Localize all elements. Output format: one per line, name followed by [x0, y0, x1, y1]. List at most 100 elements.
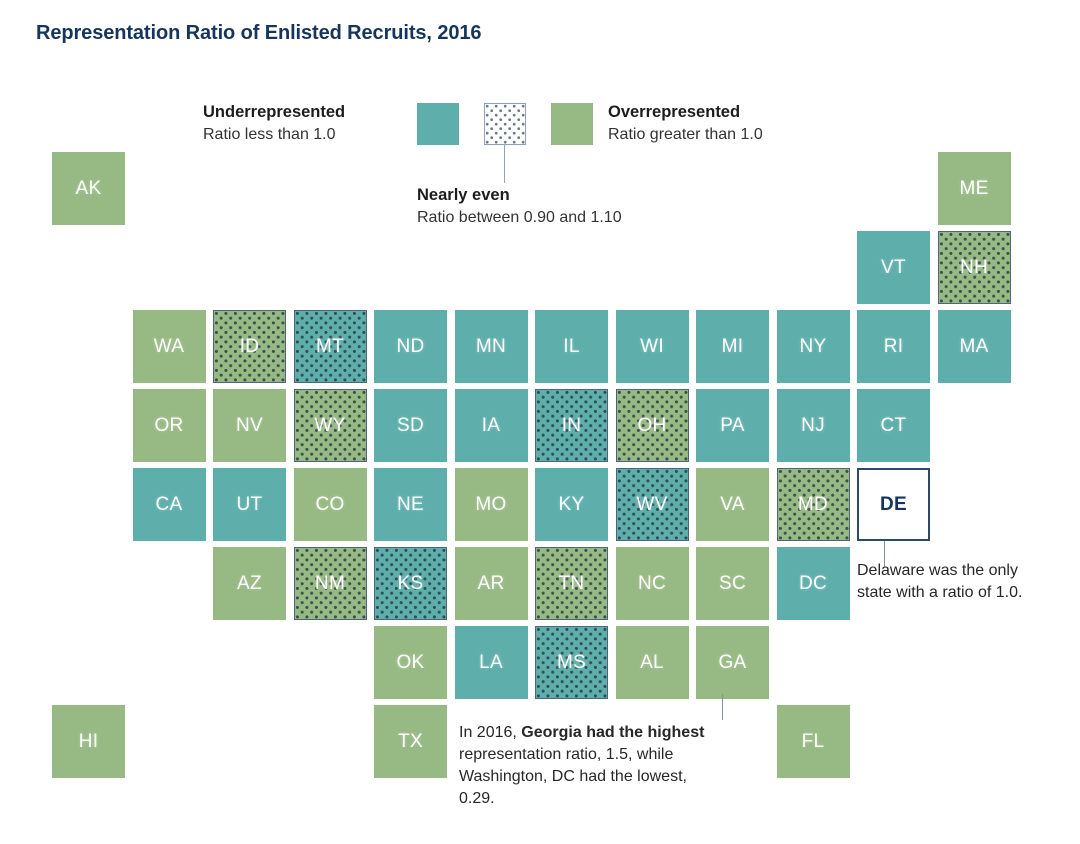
- state-tile-ga[interactable]: GA: [696, 626, 769, 699]
- state-label: NY: [799, 335, 827, 357]
- state-tile-ca[interactable]: CA: [132, 468, 206, 541]
- state-tile-ok[interactable]: OK: [374, 626, 447, 699]
- state-tile-ne[interactable]: NE: [374, 468, 447, 541]
- state-label: HI: [78, 730, 99, 752]
- state-tile-ct[interactable]: CT: [857, 389, 930, 462]
- state-tile-ks[interactable]: KS: [374, 547, 447, 620]
- state-tile-nh[interactable]: NH: [937, 231, 1011, 304]
- state-label: TX: [398, 730, 423, 752]
- state-label: TN: [558, 572, 585, 594]
- state-label: CT: [880, 414, 907, 436]
- state-label: NJ: [801, 414, 825, 436]
- state-tile-la[interactable]: LA: [454, 626, 528, 699]
- state-label: MT: [315, 335, 345, 357]
- state-label: AR: [477, 572, 505, 594]
- state-label: AL: [640, 651, 664, 673]
- state-label: IA: [481, 414, 501, 436]
- state-tile-hi[interactable]: HI: [52, 705, 125, 778]
- state-tile-ia[interactable]: IA: [454, 389, 528, 462]
- state-tile-nm[interactable]: NM: [293, 547, 367, 620]
- state-label: MO: [475, 493, 507, 515]
- state-tile-nj[interactable]: NJ: [776, 389, 850, 462]
- state-tile-id[interactable]: ID: [213, 310, 286, 383]
- state-label: PA: [720, 414, 745, 436]
- state-tile-tx[interactable]: TX: [374, 705, 447, 778]
- state-tile-dc[interactable]: DC: [776, 547, 850, 620]
- state-tile-sc[interactable]: SC: [696, 547, 769, 620]
- georgia-callout-suffix: representation ratio, 1.5, while Washing…: [459, 746, 687, 807]
- state-tile-sd[interactable]: SD: [374, 389, 447, 462]
- state-label: NE: [397, 493, 424, 515]
- state-tile-wi[interactable]: WI: [615, 310, 689, 383]
- state-tile-nd[interactable]: ND: [374, 310, 447, 383]
- state-tile-cartogram: AK ME VT NH WA ID MT ND MN IL WI MI NY RI MA OR NV WY SD IA…: [0, 0, 1080, 844]
- state-tile-ny[interactable]: NY: [776, 310, 850, 383]
- state-label: ND: [396, 335, 425, 357]
- state-tile-in[interactable]: IN: [535, 389, 608, 462]
- state-tile-il[interactable]: IL: [535, 310, 608, 383]
- state-label: ID: [239, 335, 260, 357]
- state-tile-nc[interactable]: NC: [615, 547, 689, 620]
- state-tile-wy[interactable]: WY: [293, 389, 367, 462]
- state-label: AZ: [237, 572, 262, 594]
- state-label: IL: [563, 335, 580, 357]
- state-tile-mt[interactable]: MT: [293, 310, 367, 383]
- state-label: KY: [558, 493, 585, 515]
- state-tile-vt[interactable]: VT: [857, 231, 930, 304]
- state-label: CA: [155, 493, 183, 515]
- state-label: UT: [236, 493, 263, 515]
- state-tile-pa[interactable]: PA: [696, 389, 769, 462]
- state-tile-co[interactable]: CO: [293, 468, 367, 541]
- state-label: IN: [561, 414, 582, 436]
- state-label: WI: [640, 335, 664, 357]
- georgia-callout: In 2016, Georgia had the highest represe…: [459, 722, 719, 810]
- state-label: NV: [236, 414, 263, 436]
- state-tile-oh[interactable]: OH: [615, 389, 689, 462]
- state-tile-md[interactable]: MD: [776, 468, 850, 541]
- state-label: LA: [479, 651, 503, 673]
- state-label: OK: [396, 651, 425, 673]
- state-tile-ri[interactable]: RI: [857, 310, 930, 383]
- state-tile-al[interactable]: AL: [615, 626, 689, 699]
- state-tile-mn[interactable]: MN: [454, 310, 528, 383]
- state-label: FL: [801, 730, 825, 752]
- state-tile-or[interactable]: OR: [132, 389, 206, 462]
- state-label: NH: [959, 256, 989, 278]
- state-label: MA: [959, 335, 989, 357]
- state-label: CO: [315, 493, 345, 515]
- georgia-leader-line: [722, 694, 723, 720]
- state-label: SD: [397, 414, 424, 436]
- state-tile-mi[interactable]: MI: [696, 310, 769, 383]
- state-tile-fl[interactable]: FL: [776, 705, 850, 778]
- state-label: DC: [798, 572, 828, 594]
- state-label: DE: [880, 493, 907, 515]
- state-label: MS: [556, 651, 587, 673]
- state-tile-de[interactable]: DE: [857, 468, 930, 541]
- state-tile-wa[interactable]: WA: [132, 310, 206, 383]
- state-label: AK: [75, 177, 102, 199]
- state-label: OH: [637, 414, 667, 436]
- state-tile-az[interactable]: AZ: [213, 547, 286, 620]
- state-label: MI: [721, 335, 744, 357]
- state-tile-ky[interactable]: KY: [535, 468, 608, 541]
- state-label: MD: [797, 493, 829, 515]
- state-tile-ma[interactable]: MA: [937, 310, 1011, 383]
- state-tile-ak[interactable]: AK: [52, 152, 125, 225]
- state-label: WV: [636, 493, 668, 515]
- state-label: NM: [314, 572, 346, 594]
- state-tile-ar[interactable]: AR: [454, 547, 528, 620]
- state-tile-nv[interactable]: NV: [213, 389, 286, 462]
- state-label: VA: [720, 493, 745, 515]
- state-tile-ms[interactable]: MS: [535, 626, 608, 699]
- georgia-callout-emphasis: Georgia had the highest: [521, 724, 705, 741]
- state-tile-ut[interactable]: UT: [213, 468, 286, 541]
- state-label: RI: [883, 335, 904, 357]
- state-label: OR: [154, 414, 184, 436]
- state-label: WA: [153, 335, 185, 357]
- state-tile-wv[interactable]: WV: [615, 468, 689, 541]
- state-tile-me[interactable]: ME: [937, 152, 1011, 225]
- state-tile-tn[interactable]: TN: [535, 547, 608, 620]
- state-tile-mo[interactable]: MO: [454, 468, 528, 541]
- state-tile-va[interactable]: VA: [696, 468, 769, 541]
- state-label: VT: [881, 256, 906, 278]
